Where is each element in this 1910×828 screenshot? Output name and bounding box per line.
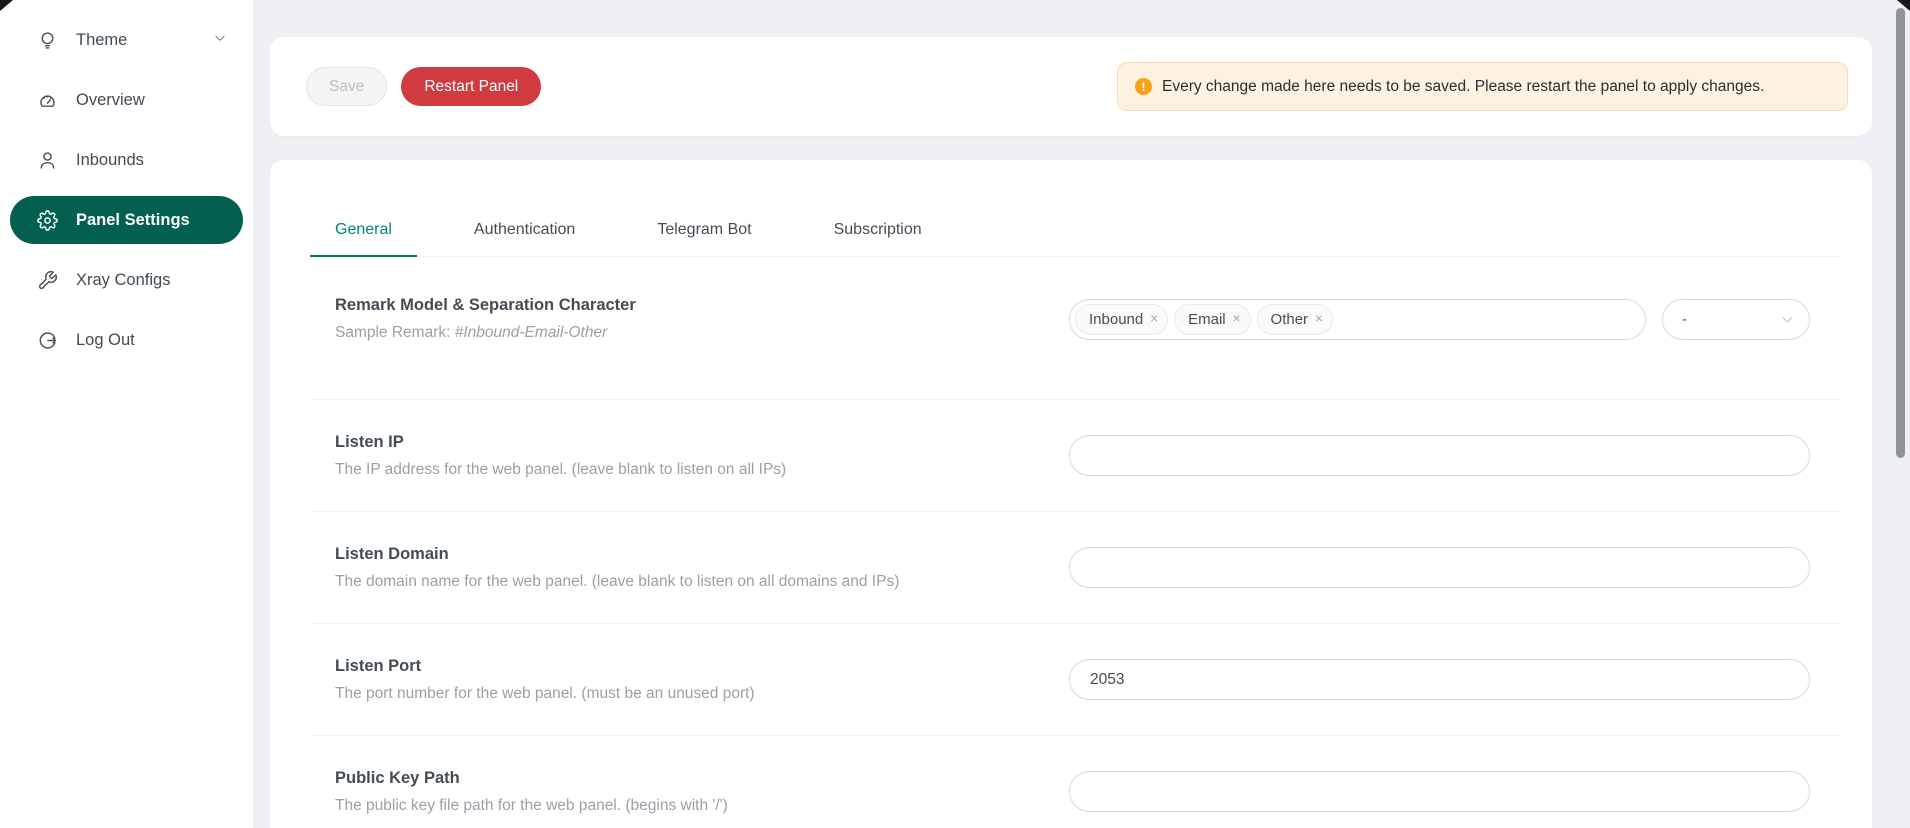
form-row-remark-model: Remark Model & Separation Character Samp… xyxy=(310,257,1841,400)
field-description: The public key file path for the web pan… xyxy=(335,797,1069,815)
listen-ip-input[interactable] xyxy=(1069,435,1810,476)
user-icon xyxy=(37,150,58,171)
field-control xyxy=(1069,435,1810,476)
tag-other: Other × xyxy=(1257,304,1333,335)
sidebar-item-label: Panel Settings xyxy=(76,211,227,230)
gear-icon xyxy=(37,210,58,231)
remove-tag-icon[interactable]: × xyxy=(1233,312,1241,326)
field-control xyxy=(1069,771,1810,812)
sidebar-item-panel-settings[interactable]: Panel Settings xyxy=(10,196,243,244)
field-label-block: Public Key Path The public key file path… xyxy=(310,769,1069,815)
tab-subscription[interactable]: Subscription xyxy=(809,206,947,256)
remark-model-tag-input[interactable]: Inbound × Email × Other × xyxy=(1069,299,1646,340)
tag-inbound: Inbound × xyxy=(1075,304,1168,335)
sidebar-item-log-out[interactable]: Log Out xyxy=(10,316,243,364)
main-area: Save Restart Panel ! Every change made h… xyxy=(253,0,1910,828)
save-button[interactable]: Save xyxy=(306,67,387,106)
restart-panel-button[interactable]: Restart Panel xyxy=(401,67,541,106)
panel-settings-card: General Authentication Telegram Bot Subs… xyxy=(270,160,1872,828)
chevron-down-icon xyxy=(213,31,227,50)
tab-general[interactable]: General xyxy=(310,206,417,256)
field-description: The port number for the web panel. (must… xyxy=(335,685,1069,703)
form-row-listen-port: Listen Port The port number for the web … xyxy=(310,624,1841,736)
remove-tag-icon[interactable]: × xyxy=(1150,312,1158,326)
field-title: Listen Port xyxy=(335,657,1069,676)
field-title: Public Key Path xyxy=(335,769,1069,788)
form-row-listen-ip: Listen IP The IP address for the web pan… xyxy=(310,400,1841,512)
sidebar-item-label: Xray Configs xyxy=(76,271,227,290)
field-description: Sample Remark: #Inbound-Email-Other xyxy=(335,324,1069,342)
field-control: Inbound × Email × Other × - xyxy=(1069,299,1810,340)
field-description: The domain name for the web panel. (leav… xyxy=(335,573,1069,591)
sidebar-item-label: Theme xyxy=(76,31,213,50)
sidebar-item-label: Log Out xyxy=(76,331,227,350)
field-title: Listen Domain xyxy=(335,545,1069,564)
sample-remark-value: #Inbound-Email-Other xyxy=(455,324,608,341)
tab-bar: General Authentication Telegram Bot Subs… xyxy=(310,206,1841,257)
sidebar: Theme Overview Inbounds Panel Settings X… xyxy=(0,0,253,828)
chevron-down-icon xyxy=(1780,312,1795,327)
logout-icon xyxy=(37,330,58,351)
field-label-block: Listen Port The port number for the web … xyxy=(310,657,1069,703)
listen-domain-input[interactable] xyxy=(1069,547,1810,588)
sidebar-item-inbounds[interactable]: Inbounds xyxy=(10,136,243,184)
form-row-listen-domain: Listen Domain The domain name for the we… xyxy=(310,512,1841,624)
field-description: The IP address for the web panel. (leave… xyxy=(335,461,1069,479)
public-key-path-input[interactable] xyxy=(1069,771,1810,812)
tab-authentication[interactable]: Authentication xyxy=(449,206,600,256)
separator-character-select[interactable]: - xyxy=(1662,299,1810,340)
warning-alert: ! Every change made here needs to be sav… xyxy=(1117,62,1848,111)
field-label-block: Remark Model & Separation Character Samp… xyxy=(310,296,1069,342)
remove-tag-icon[interactable]: × xyxy=(1315,312,1323,326)
bulb-icon xyxy=(37,30,58,51)
sidebar-item-overview[interactable]: Overview xyxy=(10,76,243,124)
sidebar-item-theme[interactable]: Theme xyxy=(10,16,243,64)
select-value: - xyxy=(1682,311,1687,328)
sidebar-item-label: Inbounds xyxy=(76,151,227,170)
field-control xyxy=(1069,659,1810,700)
listen-port-input[interactable] xyxy=(1069,659,1810,700)
toolbar: Save Restart Panel ! Every change made h… xyxy=(270,37,1872,136)
form-row-public-key-path: Public Key Path The public key file path… xyxy=(310,736,1841,828)
field-label-block: Listen IP The IP address for the web pan… xyxy=(310,433,1069,479)
field-control xyxy=(1069,547,1810,588)
wrench-icon xyxy=(37,270,58,291)
field-title: Remark Model & Separation Character xyxy=(335,296,1069,315)
field-label-block: Listen Domain The domain name for the we… xyxy=(310,545,1069,591)
sidebar-item-xray-configs[interactable]: Xray Configs xyxy=(10,256,243,304)
warning-alert-text: Every change made here needs to be saved… xyxy=(1162,78,1764,96)
warning-icon: ! xyxy=(1135,78,1152,95)
dashboard-icon xyxy=(37,90,58,111)
scrollbar-thumb[interactable] xyxy=(1896,8,1905,458)
field-title: Listen IP xyxy=(335,433,1069,452)
tab-telegram-bot[interactable]: Telegram Bot xyxy=(632,206,776,256)
tag-email: Email × xyxy=(1174,304,1250,335)
sidebar-item-label: Overview xyxy=(76,91,227,110)
